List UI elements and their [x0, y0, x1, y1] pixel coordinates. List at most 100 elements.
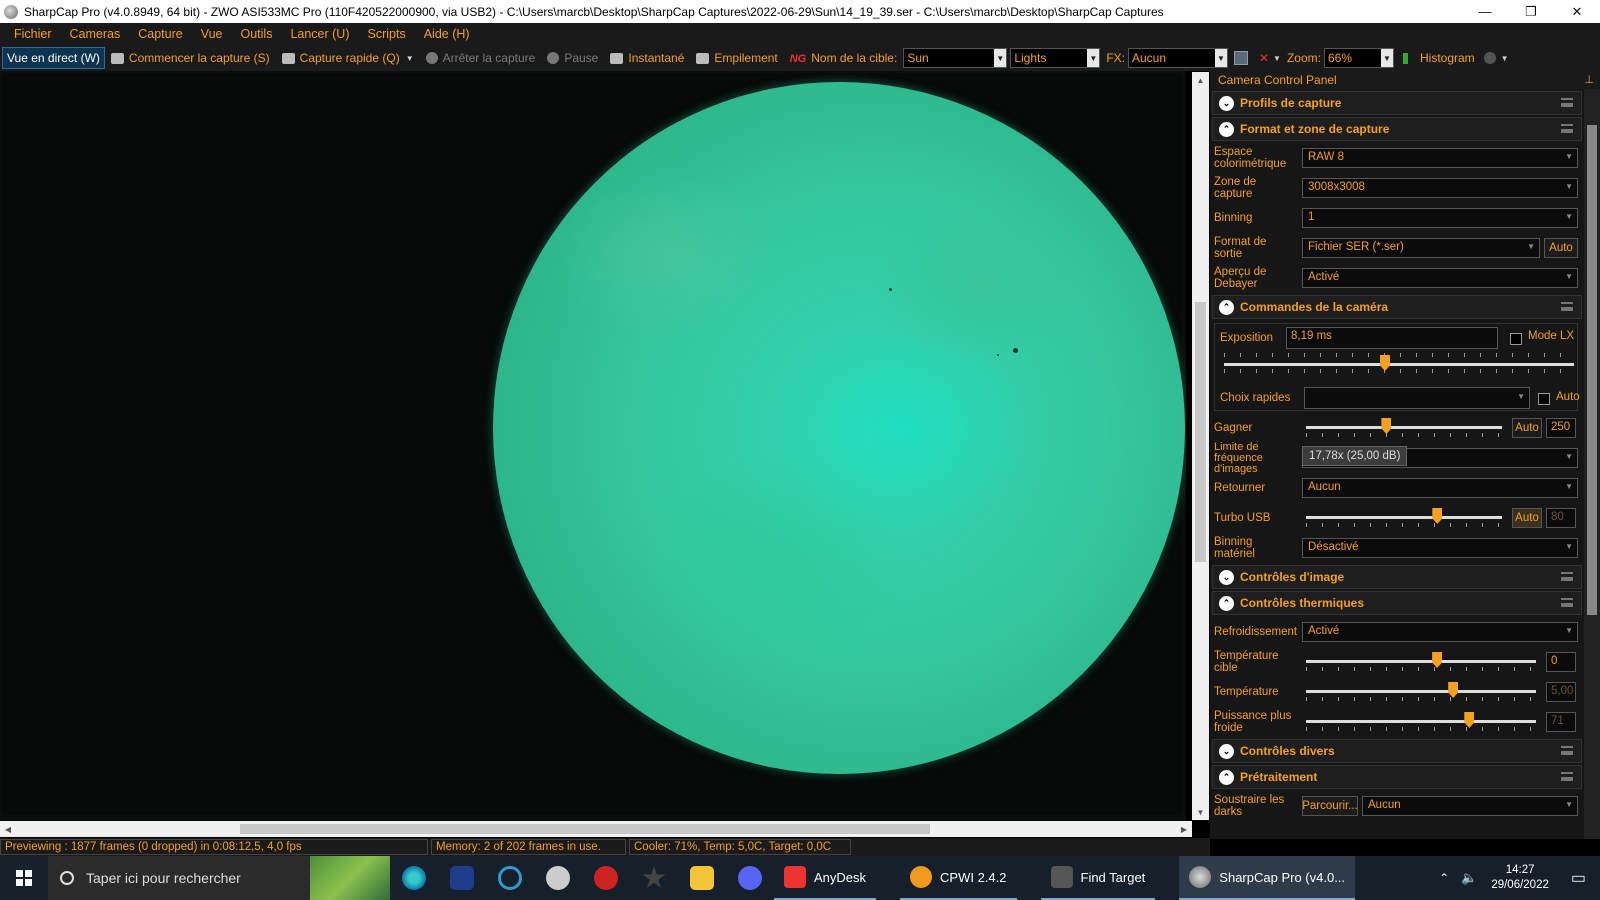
chevron-up-icon[interactable]: ⌃	[1219, 595, 1234, 611]
output-format-dropdown[interactable]: Fichier SER (*.ser) ▼	[1302, 238, 1540, 258]
close-button[interactable]: ✕	[1554, 0, 1600, 23]
fx-combo[interactable]: Aucun ▼	[1127, 48, 1228, 68]
stop-capture-button[interactable]: Arrêter la capture	[420, 47, 542, 69]
section-format[interactable]: ⌃ Format et zone de capture	[1212, 117, 1582, 141]
pause-button[interactable]: Pause	[541, 47, 604, 69]
menu-vue[interactable]: Vue	[192, 27, 232, 41]
taskbar-app-satellite[interactable]	[534, 856, 582, 900]
gain-slider-track[interactable]	[1306, 426, 1502, 429]
section-preprocessing[interactable]: ⌃ Prétraitement	[1212, 765, 1582, 789]
notifications-icon[interactable]: ▭	[1557, 868, 1600, 888]
vertical-scroll-thumb[interactable]	[1195, 302, 1206, 562]
usb-slider-track[interactable]	[1306, 516, 1502, 519]
snapshot-button[interactable]: Instantané	[604, 47, 690, 69]
section-menu-icon[interactable]	[1561, 124, 1573, 133]
exposure-slider-track[interactable]	[1224, 363, 1574, 366]
gain-input[interactable]: 250	[1546, 418, 1576, 438]
viewport-vertical-scrollbar[interactable]: ▲ ▼	[1192, 72, 1209, 820]
maximize-button[interactable]: ❐	[1508, 0, 1554, 23]
extra-tools-button[interactable]: ▼	[1481, 47, 1512, 69]
cooling-dropdown[interactable]: Activé ▼	[1302, 622, 1578, 642]
horizontal-scroll-thumb[interactable]	[240, 824, 930, 834]
section-capture-profiles[interactable]: ⌄ Profils de capture	[1212, 91, 1582, 115]
menu-cameras[interactable]: Cameras	[61, 27, 130, 41]
flip-dropdown[interactable]: Aucun ▼	[1302, 478, 1578, 498]
usb-slider-thumb[interactable]	[1432, 508, 1443, 524]
browse-darks-button[interactable]: Parcourir...	[1302, 796, 1358, 816]
start-capture-button[interactable]: Commencer la capture (S)	[105, 47, 276, 69]
scroll-down-icon[interactable]: ▼	[1192, 804, 1209, 820]
output-auto-button[interactable]: Auto	[1544, 238, 1578, 258]
panel-scroll-thumb[interactable]	[1587, 125, 1597, 615]
section-menu-icon[interactable]	[1561, 598, 1573, 607]
chevron-down-icon[interactable]: ▼	[1087, 49, 1100, 67]
section-menu-icon[interactable]	[1561, 98, 1573, 107]
colorspace-dropdown[interactable]: RAW 8 ▼	[1302, 148, 1578, 168]
histogram-button[interactable]: Histogram	[1397, 47, 1481, 69]
scroll-right-icon[interactable]: ▶	[1176, 821, 1192, 837]
frame-type-combo[interactable]: Lights ▼	[1010, 48, 1101, 68]
quick-auto-checkbox[interactable]	[1538, 393, 1550, 405]
usb-auto-button[interactable]: Auto	[1512, 508, 1542, 528]
pin-icon[interactable]: ⊥	[1584, 73, 1594, 86]
panel-scrollbar[interactable]	[1584, 89, 1600, 839]
chevron-down-icon[interactable]: ▼	[1501, 54, 1509, 63]
debayer-dropdown[interactable]: Activé ▼	[1302, 268, 1578, 288]
chevron-down-icon[interactable]: ▼	[406, 54, 414, 63]
gain-slider-thumb[interactable]	[1381, 418, 1392, 434]
minimize-button[interactable]: —	[1462, 0, 1508, 23]
lx-mode-checkbox[interactable]	[1510, 333, 1522, 345]
taskbar-ccleaner[interactable]	[486, 856, 534, 900]
usb-input[interactable]: 80	[1546, 508, 1576, 528]
chevron-down-icon[interactable]: ⌄	[1219, 95, 1234, 111]
menu-aide[interactable]: Aide (H)	[415, 27, 479, 41]
section-menu-icon[interactable]	[1561, 746, 1573, 755]
chevron-down-icon[interactable]: ▼	[1273, 54, 1281, 63]
taskbar-app-anydesk[interactable]: AnyDesk	[774, 856, 877, 900]
taskbar-app-star[interactable]	[630, 856, 678, 900]
chevron-down-icon[interactable]: ▼	[994, 49, 1007, 67]
section-camera-controls[interactable]: ⌃ Commandes de la caméra	[1212, 295, 1582, 319]
scroll-left-icon[interactable]: ◀	[0, 821, 16, 837]
chevron-up-icon[interactable]: ⌃	[1219, 121, 1234, 137]
viewport-horizontal-scrollbar[interactable]: ◀ ▶	[0, 821, 1192, 837]
menu-capture[interactable]: Capture	[129, 27, 191, 41]
gain-auto-button[interactable]: Auto	[1512, 418, 1542, 438]
taskbar-explorer[interactable]	[678, 856, 726, 900]
darks-dropdown[interactable]: Aucun ▼	[1362, 796, 1578, 816]
target-temp-input[interactable]: 0	[1546, 652, 1576, 672]
binning-dropdown[interactable]: 1 ▼	[1302, 208, 1578, 228]
hw-binning-dropdown[interactable]: Désactivé ▼	[1302, 538, 1578, 558]
chevron-down-icon[interactable]: ⌄	[1219, 743, 1234, 759]
section-image-controls[interactable]: ⌄ Contrôles d'image	[1212, 565, 1582, 589]
section-menu-icon[interactable]	[1561, 302, 1573, 311]
start-button[interactable]	[0, 856, 48, 900]
taskbar-app-n[interactable]	[438, 856, 486, 900]
menu-outils[interactable]: Outils	[232, 27, 282, 41]
section-menu-icon[interactable]	[1561, 572, 1573, 581]
target-name-combo[interactable]: Sun ▼	[903, 48, 1008, 68]
chevron-up-icon[interactable]: ⌃	[1433, 871, 1455, 885]
menu-scripts[interactable]: Scripts	[359, 27, 415, 41]
live-view-button[interactable]: Vue en direct (W)	[2, 47, 105, 69]
quick-capture-button[interactable]: Capture rapide (Q) ▼	[276, 47, 420, 69]
taskbar-edge[interactable]	[390, 856, 438, 900]
chevron-up-icon[interactable]: ⌃	[1219, 299, 1234, 315]
display-settings-button[interactable]	[1231, 47, 1256, 69]
taskbar-app-cpwi[interactable]: CPWI 2.4.2	[900, 856, 1017, 900]
clock[interactable]: 14:27 29/06/2022	[1483, 863, 1557, 893]
stacking-button[interactable]: Empilement	[690, 47, 783, 69]
crosshair-button[interactable]: ✕ ▼	[1256, 47, 1284, 69]
image-viewport[interactable]	[0, 71, 1186, 829]
target-temp-slider-thumb[interactable]	[1432, 652, 1443, 668]
target-temp-slider-track[interactable]	[1306, 660, 1536, 663]
scroll-up-icon[interactable]: ▲	[1192, 72, 1209, 88]
section-misc-controls[interactable]: ⌄ Contrôles divers	[1212, 739, 1582, 763]
chevron-up-icon[interactable]: ⌃	[1219, 769, 1234, 785]
section-thermal-controls[interactable]: ⌃ Contrôles thermiques	[1212, 591, 1582, 615]
roi-dropdown[interactable]: 3008x3008 ▼	[1302, 178, 1578, 198]
menu-lancer[interactable]: Lancer (U)	[281, 27, 358, 41]
chevron-down-icon[interactable]: ⌄	[1219, 569, 1234, 585]
taskbar-app-red[interactable]	[582, 856, 630, 900]
chevron-down-icon[interactable]: ▼	[1214, 49, 1227, 67]
